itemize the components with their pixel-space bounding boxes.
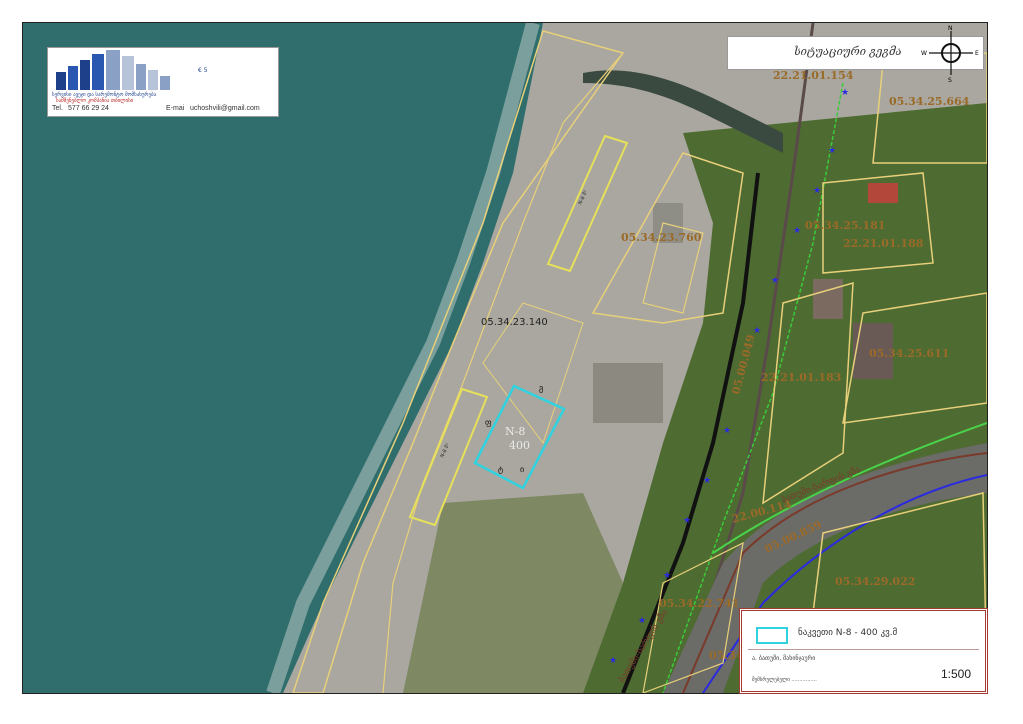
logo-email: uchoshvili@gmail.com (190, 105, 260, 112)
legend-owner: ა. ბათუმი, მახინჯაური (752, 655, 816, 662)
plot-corner-4: ი (520, 465, 524, 474)
plot-corner-3: ტ (498, 465, 503, 474)
parcel-label-611: 05.34.25.611 (869, 347, 949, 360)
parcel-label-664: 05.34.25.664 (889, 95, 970, 108)
legend-box: ნაკვეთი N-8 - 400 კვ.მ ა. ბათუმი, მახინჯ… (739, 608, 988, 694)
building-5 (593, 363, 663, 423)
svg-text:★: ★ (771, 276, 779, 286)
legend-prepared: შემსრულებელი ................ (752, 677, 817, 683)
legend-label: ნაკვეთი N-8 - 400 კვ.მ (798, 628, 898, 638)
logo-tel-label: Tel. (52, 105, 63, 112)
legend-swatch (756, 627, 788, 644)
parcel-label-022: 05.34.29.022 (835, 575, 915, 588)
plot-corner-2: ფ (485, 418, 492, 427)
plot-label-n8: N-8 (505, 425, 525, 438)
plot-label-area: 400 (509, 439, 530, 452)
svg-text:★: ★ (638, 616, 646, 626)
svg-text:★: ★ (723, 426, 731, 436)
svg-text:★: ★ (841, 88, 849, 98)
parcel-label-188: 22.21.01.188 (843, 237, 924, 250)
parcel-label-741: 05.34.22.741 (659, 597, 739, 610)
logo-email-label: E-mai (166, 105, 185, 112)
svg-text:★: ★ (793, 226, 801, 236)
svg-text:★: ★ (828, 146, 836, 156)
svg-text:★: ★ (663, 571, 671, 581)
map-title: სიტუაციური გეგმა (794, 45, 902, 58)
company-logo-box: € 5 სერვისი ავეჯი და სარემონტო მომსახურე… (47, 47, 279, 117)
logo-company-line2: სამშენებლო კომპანია თბილისი (56, 98, 134, 104)
svg-text:★: ★ (813, 186, 821, 196)
parcel-label-140: 05.34.23.140 (481, 317, 548, 328)
legend-scale: 1:500 (940, 667, 971, 681)
compass-s: S (948, 77, 952, 83)
svg-text:★: ★ (703, 476, 711, 486)
title-box: სიტუაციური გეგმა N S W E (727, 25, 984, 83)
parcel-label-760: 05.34.23.760 (621, 231, 702, 244)
company-logo (56, 50, 170, 90)
svg-text:★: ★ (609, 656, 617, 666)
plot-corner-1: მ (539, 385, 543, 395)
map-canvas[interactable]: ★ ★ ★ ★ ★ ★ ★ ★ ★ ★ ★ ★ 05.34.25.664 22.21.01.15… (23, 23, 987, 693)
svg-text:★: ★ (753, 326, 761, 336)
legend-divider (748, 649, 979, 650)
map-frame[interactable]: ★ ★ ★ ★ ★ ★ ★ ★ ★ ★ ★ ★ 05.34.25.664 22.21.01.15… (22, 22, 988, 694)
compass-e: E (975, 50, 979, 57)
parcel-label-183: 22.21.01.183 (761, 371, 841, 384)
building-1 (868, 183, 898, 203)
parcel-label-181: 05.34.25.181 (805, 219, 885, 232)
logo-mark: € 5 (198, 67, 208, 74)
compass-n: N (948, 25, 953, 32)
parcel-label-154: 22.21.01.154 (773, 69, 854, 82)
compass-rose-icon: N S W E (921, 25, 979, 83)
svg-text:★: ★ (683, 516, 691, 526)
logo-tel: 577 66 29 24 (68, 105, 109, 112)
compass-w: W (921, 50, 927, 57)
building-3 (813, 279, 843, 319)
